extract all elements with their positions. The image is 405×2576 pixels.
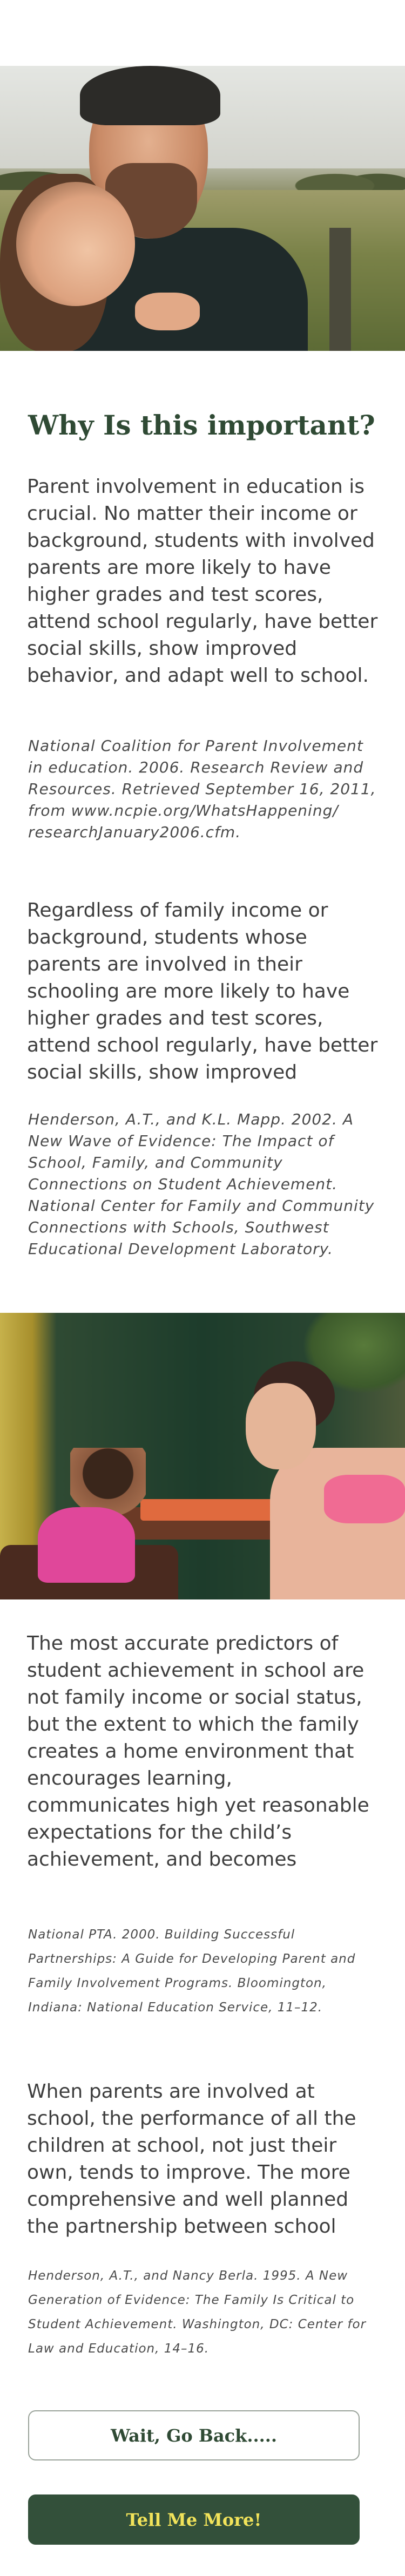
photo-mother-son-homework xyxy=(0,1313,405,1599)
section-3-body: The most accurate predictors of student … xyxy=(27,1632,369,1870)
photo-woman-top xyxy=(324,1475,405,1523)
section-1-citation: National Coalition for Parent Involvemen… xyxy=(28,737,376,841)
photo-fence-post xyxy=(329,228,351,351)
photo-boy-shirt xyxy=(38,1507,135,1583)
section-2-citation: Henderson, A.T., and K.L. Mapp. 2002. A … xyxy=(28,1110,375,1258)
photo-girl-face xyxy=(16,182,135,306)
section-3-citation: National PTA. 2000. Building Successful … xyxy=(28,1928,356,2015)
photo-woman-head xyxy=(246,1383,316,1469)
photo-girl-hand xyxy=(135,293,200,330)
photo-tablecloth xyxy=(140,1499,281,1521)
hero-photo-father-daughter xyxy=(0,66,405,351)
section-4-citation: Henderson, A.T., and Nancy Berla. 1995. … xyxy=(28,2269,367,2356)
section-2-body: Regardless of family income or backgroun… xyxy=(27,899,378,1083)
tell-me-more-button[interactable]: Tell Me More! xyxy=(28,2494,360,2545)
photo-man-cap xyxy=(80,66,220,125)
page: Why Is this important? Parent involvemen… xyxy=(0,0,405,2576)
page-title: Why Is this important? xyxy=(28,409,375,441)
section-1-body: Parent involvement in education is cruci… xyxy=(27,476,378,687)
go-back-button[interactable]: Wait, Go Back..... xyxy=(28,2410,360,2460)
section-4-body: When parents are involved at school, the… xyxy=(27,2080,356,2238)
photo-woman-body xyxy=(270,1448,405,1599)
